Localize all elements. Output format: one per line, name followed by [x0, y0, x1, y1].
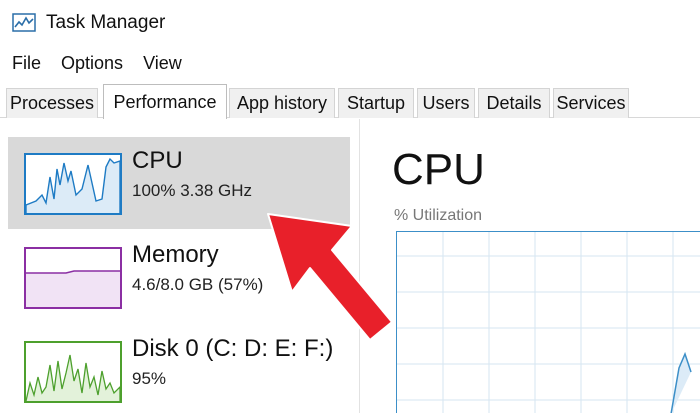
- cpu-usage-value: 100% 3.38 GHz: [132, 181, 253, 200]
- cpu-detail-panel: CPU % Utilization: [362, 119, 700, 413]
- tab-details[interactable]: Details: [478, 88, 550, 118]
- disk-usage-value: 95%: [132, 369, 167, 388]
- menu-bar: File Options View: [0, 48, 182, 78]
- page-title: CPU: [392, 145, 485, 194]
- menu-file[interactable]: File: [12, 53, 41, 74]
- cpu-label: CPU: [132, 147, 183, 174]
- tab-startup[interactable]: Startup: [338, 88, 414, 118]
- window-title: Task Manager: [46, 12, 166, 33]
- memory-label: Memory: [132, 241, 219, 268]
- sidebar-item-disk-0[interactable]: Disk 0 (C: D: E: F:) 95%: [8, 325, 350, 413]
- tab-processes[interactable]: Processes: [6, 88, 98, 118]
- tab-bar: Processes Performance App history Startu…: [0, 84, 700, 119]
- cpu-mini-graph: [24, 153, 122, 215]
- memory-usage-value: 4.6/8.0 GB (57%): [132, 275, 264, 294]
- tab-services[interactable]: Services: [553, 88, 629, 118]
- menu-view[interactable]: View: [143, 53, 182, 74]
- task-manager-app-icon: [12, 13, 36, 33]
- resource-list: CPU 100% 3.38 GHz Memory 4.6/8.0 GB (57%…: [0, 119, 360, 413]
- disk-mini-graph: [24, 341, 122, 403]
- cpu-utilization-graph: [396, 231, 700, 413]
- tab-app-history[interactable]: App history: [229, 88, 335, 118]
- cpu-graph-grid: [397, 232, 700, 413]
- utilization-label: % Utilization: [394, 207, 483, 224]
- sidebar-item-memory[interactable]: Memory 4.6/8.0 GB (57%): [8, 231, 350, 323]
- tab-users[interactable]: Users: [417, 88, 475, 118]
- disk-label: Disk 0 (C: D: E: F:): [132, 335, 334, 362]
- menu-options[interactable]: Options: [61, 53, 123, 74]
- sidebar-item-cpu[interactable]: CPU 100% 3.38 GHz: [8, 137, 350, 229]
- title-bar: Task Manager: [0, 0, 700, 46]
- tab-performance[interactable]: Performance: [103, 84, 227, 119]
- memory-mini-graph: [24, 247, 122, 309]
